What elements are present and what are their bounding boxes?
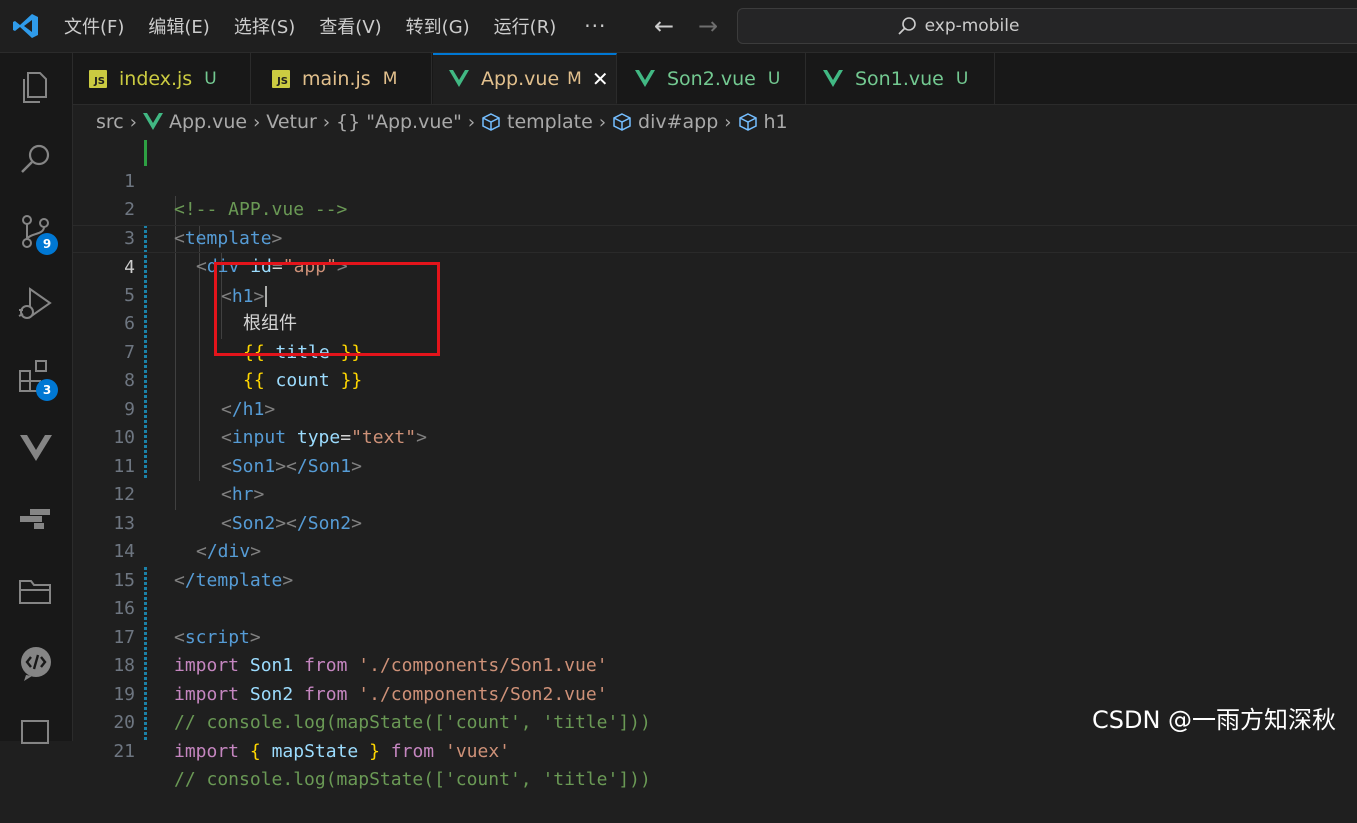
code-text: import { mapState } from 'vuex' [174, 740, 511, 762]
chevron-right-icon: › [129, 111, 137, 133]
code-line: 10 <Son1></Son1> [73, 396, 1357, 477]
code-line: 14 </template> [73, 510, 1357, 591]
breadcrumb-vetur[interactable]: Vetur [266, 111, 317, 133]
remote-explorer-icon[interactable] [16, 499, 56, 539]
breadcrumb-div[interactable]: div#app [638, 111, 718, 133]
menu-edit[interactable]: 编辑(E) [148, 13, 209, 39]
breadcrumb-app-vue[interactable]: "App.vue" [366, 111, 462, 133]
code-line: 15 [73, 538, 1357, 591]
tab-index-js[interactable]: JS index.js U [73, 53, 251, 104]
code-line: 17 import Son1 from './components/Son1.v… [73, 595, 1357, 677]
tab-label: Son2.vue [667, 67, 756, 90]
folders-icon[interactable] [16, 571, 56, 611]
tab-label: Son1.vue [855, 67, 944, 90]
back-arrow-icon[interactable]: ← [650, 12, 678, 40]
tab-status: M [567, 69, 582, 89]
code-text: // console.log(mapState(['count', 'title… [174, 769, 651, 790]
watermark-text: CSDN @一雨方知深秋 [1092, 706, 1337, 734]
breadcrumb-template[interactable]: template [507, 111, 593, 133]
menu-bar: 文件(F) 编辑(E) 选择(S) 查看(V) 转到(G) 运行(R) ··· [64, 0, 606, 52]
code-line: 2 <template> [73, 168, 1357, 249]
cube-icon [613, 113, 631, 131]
cube-icon [738, 113, 757, 131]
js-file-icon: JS [272, 69, 290, 88]
line-number: 21 [113, 740, 135, 762]
tab-label: main.js [302, 67, 371, 90]
remote-window-icon[interactable] [16, 713, 56, 753]
chevron-right-icon: › [724, 111, 732, 133]
code-line: 18 import Son2 from './components/Son2.v… [73, 624, 1357, 705]
code-line: 9 <input type="text"> [73, 367, 1357, 449]
explorer-icon[interactable] [16, 67, 56, 107]
menu-selection[interactable]: 选择(S) [234, 13, 295, 39]
code-line: 11 <hr> [73, 424, 1357, 506]
tab-label: App.vue [481, 68, 560, 90]
search-text: exp-mobile [924, 16, 1020, 36]
code-line: 3 <div id="app"> [73, 196, 1357, 278]
breadcrumb-file[interactable]: App.vue [169, 111, 247, 133]
tab-main-js[interactable]: JS main.js M [252, 53, 432, 104]
extensions-badge: 3 [36, 379, 58, 401]
tab-status: U [767, 68, 781, 89]
code-line: 12 <Son2></Son2> [73, 453, 1357, 534]
search-icon [897, 17, 916, 35]
chat-code-icon[interactable] [16, 643, 56, 683]
menu-run[interactable]: 运行(R) [494, 13, 557, 39]
code-line: 13 </div> [73, 481, 1357, 563]
tab-label: index.js [119, 67, 193, 90]
vscode-logo-icon [13, 14, 38, 38]
command-center-search[interactable]: exp-mobile [737, 8, 1357, 44]
breadcrumb: src › App.vue › Vetur › {} "App.vue" › t… [96, 106, 788, 138]
navigation-arrows: ← → [650, 12, 722, 40]
run-debug-icon[interactable] [16, 283, 56, 323]
tab-status: M [382, 68, 398, 89]
code-line: 1 <!-- APP.vue --> [73, 139, 1357, 221]
vue-file-icon [142, 113, 163, 130]
code-line-current: 4 <h1> [73, 224, 1357, 307]
forward-arrow-icon[interactable]: → [694, 12, 722, 40]
vue-devtools-icon[interactable] [16, 427, 56, 467]
js-file-icon: JS [89, 69, 107, 88]
braces-icon: {} [336, 111, 361, 133]
chevron-right-icon: › [598, 111, 607, 133]
search-sidebar-icon[interactable] [16, 139, 56, 179]
menu-view[interactable]: 查看(V) [319, 13, 381, 39]
close-tab-icon[interactable]: ✕ [592, 67, 609, 91]
chevron-right-icon: › [467, 111, 476, 133]
code-line: 16 <script> [73, 567, 1357, 648]
vue-file-icon [635, 69, 655, 87]
chevron-right-icon: › [253, 111, 261, 133]
activity-bar: 9 3 [0, 53, 73, 744]
cube-icon [482, 113, 500, 131]
title-bar: 文件(F) 编辑(E) 选择(S) 查看(V) 转到(G) 运行(R) ··· … [0, 0, 1357, 53]
code-line: 19 // console.log(mapState(['count', 'ti… [73, 652, 1357, 734]
breadcrumb-src[interactable]: src [96, 111, 124, 133]
vue-file-icon [449, 70, 469, 87]
editor-tabs: JS index.js U JS main.js M App.vue M ✕ S… [73, 53, 1357, 105]
code-editor[interactable]: 1 <!-- APP.vue --> 2 <template> 3 <div i… [73, 139, 1357, 790]
chevron-right-icon: › [322, 111, 331, 133]
tab-status: U [955, 68, 969, 89]
tab-son2-vue[interactable]: Son2.vue U [617, 53, 806, 104]
vue-file-icon [823, 69, 843, 87]
tab-app-vue[interactable]: App.vue M ✕ [433, 53, 617, 104]
source-control-badge: 9 [36, 233, 58, 255]
menu-more-icon[interactable]: ··· [584, 14, 606, 38]
tab-son1-vue[interactable]: Son1.vue U [807, 53, 995, 104]
menu-go[interactable]: 转到(G) [406, 13, 470, 39]
breadcrumb-h1[interactable]: h1 [764, 111, 788, 133]
menu-file[interactable]: 文件(F) [64, 13, 124, 39]
red-annotation-box [214, 262, 440, 356]
tab-status: U [204, 68, 217, 89]
